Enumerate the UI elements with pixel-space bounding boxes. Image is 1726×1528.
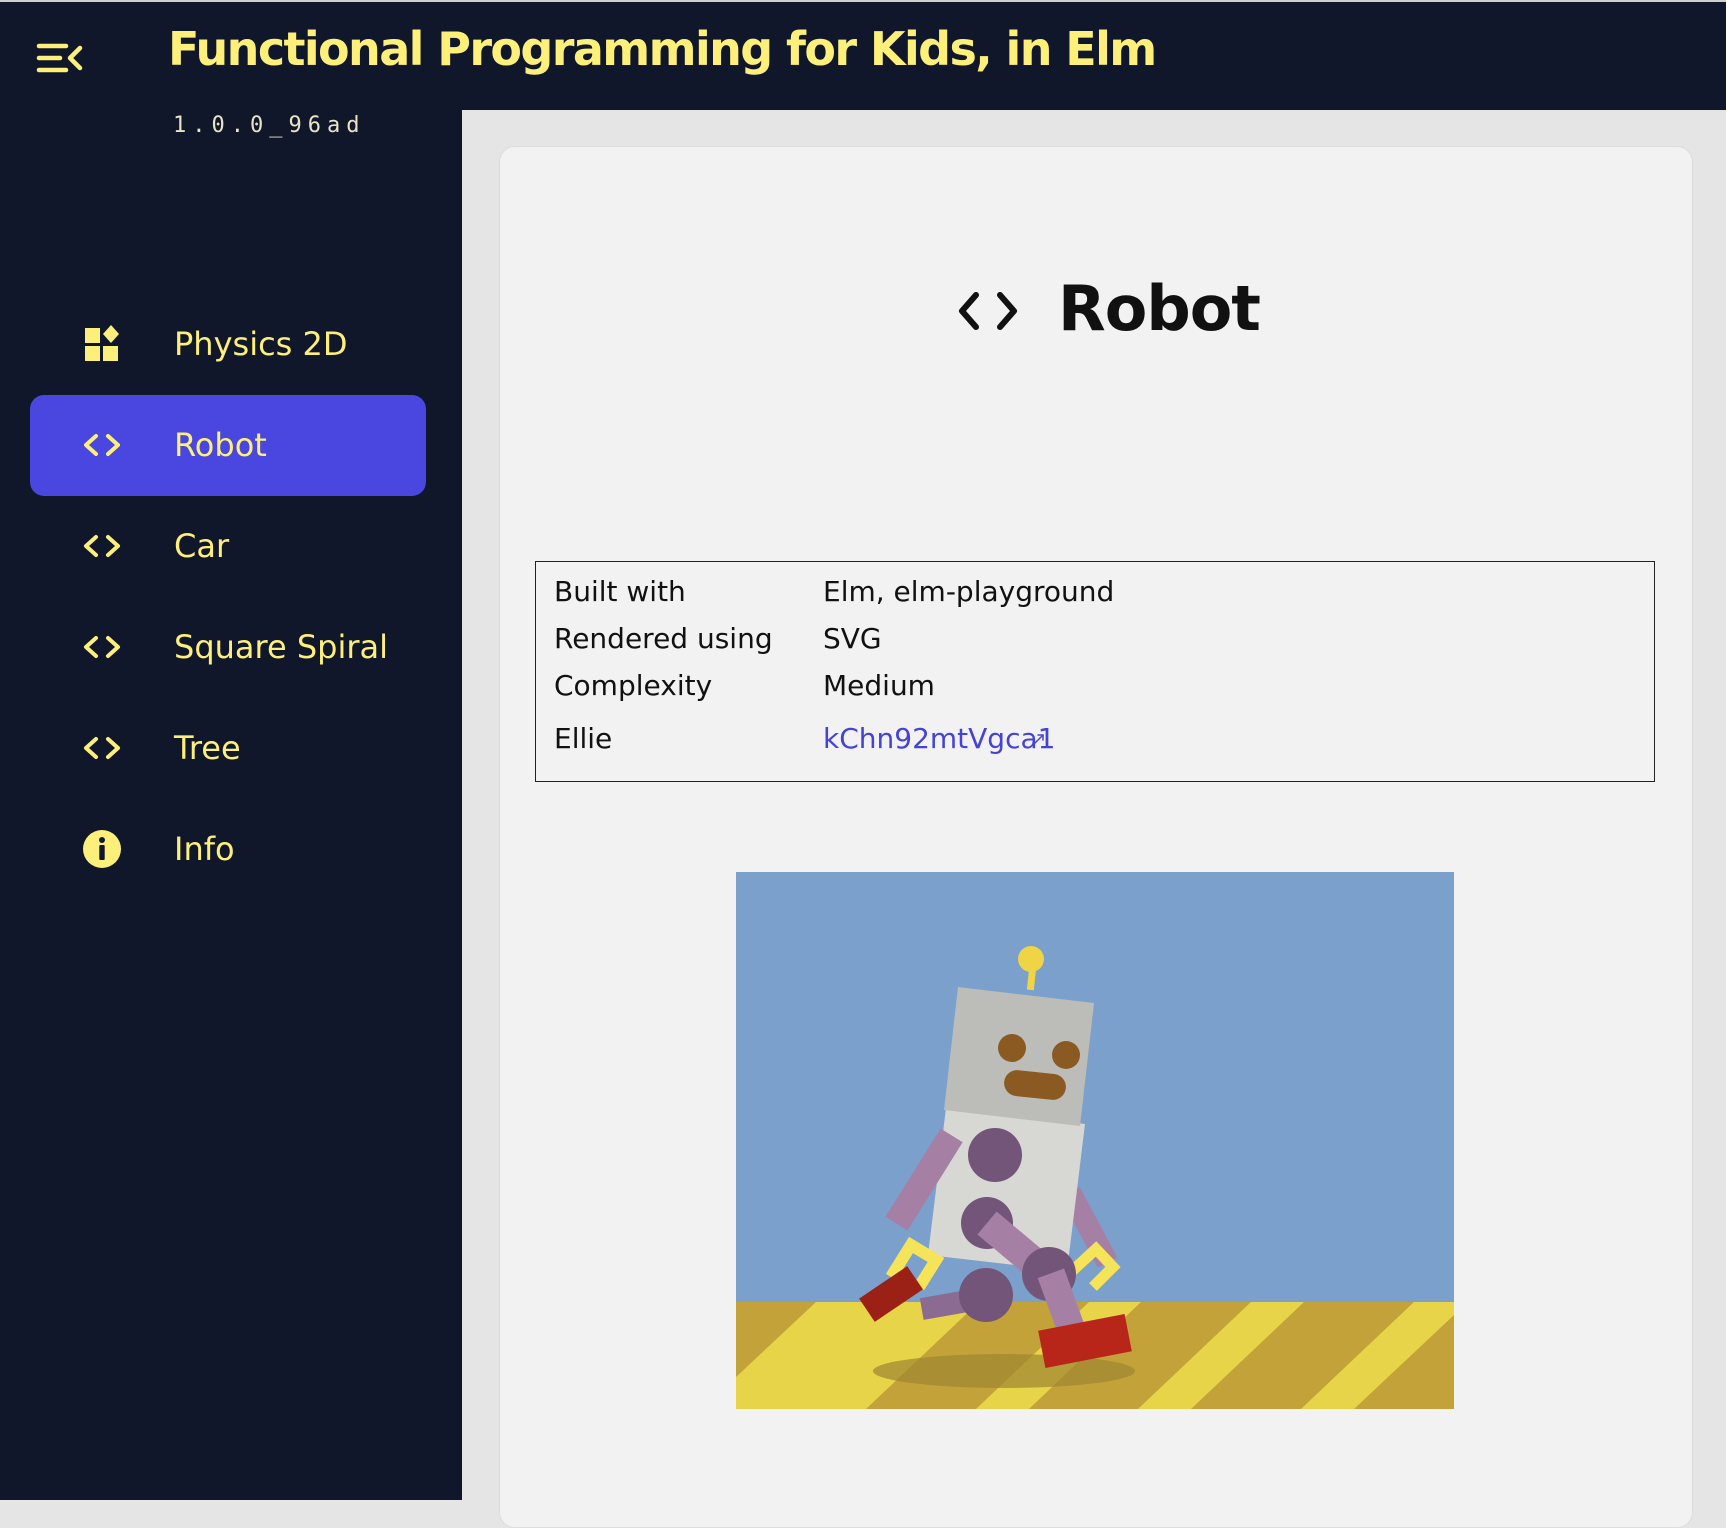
sidebar-item-label: Car [174, 527, 230, 565]
code-icon [959, 292, 1017, 330]
sidebar-item-label: Physics 2D [174, 325, 348, 363]
details-key: Rendered using [554, 622, 773, 655]
page-title: Robot [1058, 272, 1261, 345]
sidebar-item-label: Info [174, 830, 235, 868]
sidebar-item-robot[interactable]: Robot [30, 395, 426, 496]
robot-canvas [736, 872, 1454, 1409]
menu-collapse-icon[interactable] [36, 38, 86, 78]
code-icon [84, 636, 120, 658]
details-table: Built with Elm, elm-playground Rendered … [535, 561, 1655, 782]
details-value: Elm, elm-playground [823, 575, 1115, 608]
details-key: Ellie [554, 722, 613, 755]
widgets-icon [85, 325, 119, 361]
sidebar-item-physics-2d[interactable]: Physics 2D [30, 294, 426, 395]
details-value: Medium [823, 669, 935, 702]
details-key: Complexity [554, 669, 713, 702]
top-bar: Functional Programming for Kids, in Elm [0, 0, 1726, 110]
sidebar-item-square-spiral[interactable]: Square Spiral [30, 597, 426, 698]
version-label: 1.0.0_96ad [173, 113, 366, 138]
details-key: Built with [554, 575, 686, 608]
sidebar-item-car[interactable]: Car [30, 496, 426, 597]
sidebar-item-info[interactable]: Info [30, 799, 426, 900]
sidebar-item-label: Square Spiral [174, 628, 388, 666]
sidebar: 1.0.0_96ad Physics 2D Robot Car Square S… [0, 108, 462, 1500]
external-link-icon[interactable] [1031, 731, 1047, 747]
ellie-link[interactable]: kChn92mtVgca1 [823, 722, 1055, 755]
sidebar-item-label: Robot [174, 426, 267, 464]
sidebar-nav: Physics 2D Robot Car Square Spiral Tree … [30, 294, 426, 900]
code-icon [84, 535, 120, 557]
code-icon [84, 434, 120, 456]
sidebar-item-tree[interactable]: Tree [30, 698, 426, 799]
sidebar-item-label: Tree [174, 729, 241, 767]
info-icon [83, 830, 121, 868]
details-value: SVG [823, 622, 882, 655]
content-card: Robot Built with Elm, elm-playground Ren… [499, 146, 1693, 1528]
app-title: Functional Programming for Kids, in Elm [168, 22, 1157, 76]
code-icon [84, 737, 120, 759]
